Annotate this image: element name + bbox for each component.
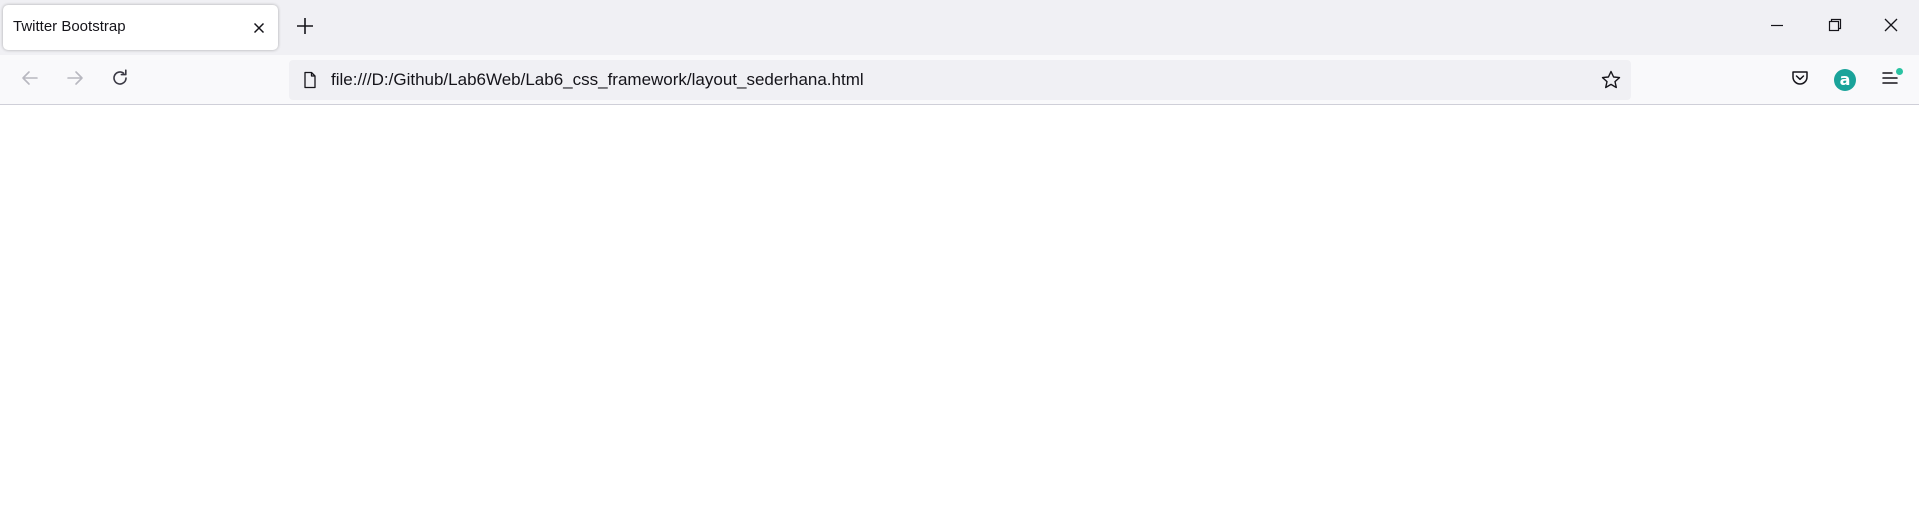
tab-strip: Twitter Bootstrap: [0, 0, 1919, 55]
app-menu-button[interactable]: [1876, 66, 1904, 94]
close-icon: [1883, 17, 1899, 38]
reload-button[interactable]: [106, 66, 134, 94]
tab-title: Twitter Bootstrap: [13, 18, 126, 35]
tab-twitter-bootstrap[interactable]: Twitter Bootstrap: [3, 5, 278, 50]
close-icon[interactable]: [250, 19, 268, 37]
star-icon[interactable]: [1600, 69, 1622, 91]
back-button[interactable]: [16, 66, 44, 94]
restore-button[interactable]: [1807, 0, 1863, 55]
minimize-icon: [1770, 18, 1784, 37]
notification-dot: [1896, 68, 1903, 75]
page-content: [0, 106, 1919, 507]
restore-icon: [1828, 18, 1842, 37]
url-text[interactable]: file:///D:/Github/Lab6Web/Lab6_css_frame…: [331, 70, 864, 90]
plus-icon[interactable]: [294, 15, 316, 37]
address-bar[interactable]: file:///D:/Github/Lab6Web/Lab6_css_frame…: [289, 60, 1631, 100]
extension-icon: a: [1834, 69, 1856, 91]
page-icon[interactable]: [301, 71, 319, 89]
navigation-toolbar: file:///D:/Github/Lab6Web/Lab6_css_frame…: [0, 55, 1919, 105]
arrow-left-icon: [20, 68, 40, 93]
window-close-button[interactable]: [1863, 0, 1919, 55]
forward-button[interactable]: [61, 66, 89, 94]
minimize-button[interactable]: [1749, 0, 1805, 55]
arrow-right-icon: [65, 68, 85, 93]
pocket-icon: [1790, 68, 1810, 93]
pocket-button[interactable]: [1786, 66, 1814, 94]
extension-button[interactable]: a: [1831, 66, 1859, 94]
reload-icon: [110, 68, 130, 93]
